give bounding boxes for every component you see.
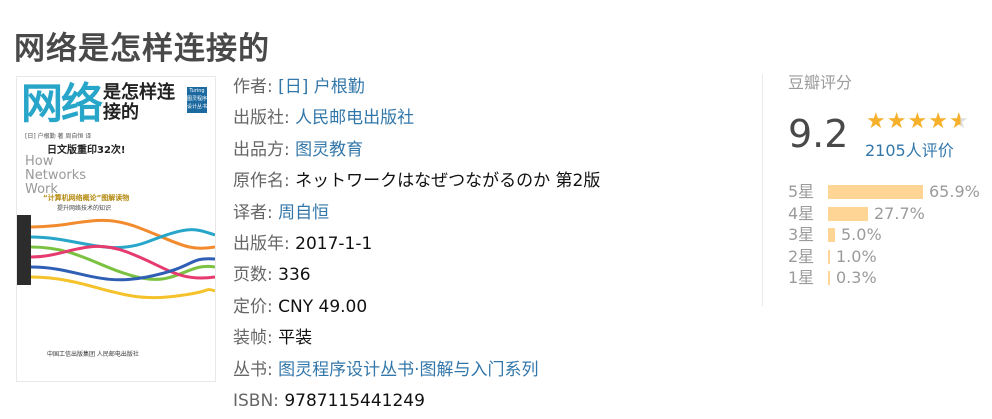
- translator-link[interactable]: 周自恒: [278, 203, 329, 223]
- info-label: 装帧:: [233, 328, 273, 349]
- rating-bar-row: 5星 65.9%: [788, 182, 980, 204]
- divider: [762, 74, 763, 306]
- original-title-value: ネットワークはなぜつながるのか 第2版: [295, 171, 601, 192]
- book-info: 作者: [日] 户根勤 出版社: 人民邮电出版社 出品方: 图灵教育 原作名: …: [233, 73, 753, 418]
- star-icon: ★: [928, 109, 949, 134]
- star-icon: ★: [866, 109, 887, 134]
- info-label: ISBN:: [233, 390, 279, 411]
- bar-label: 1星: [788, 268, 815, 287]
- info-series: 丛书: 图灵程序设计丛书·图解与入门系列: [233, 356, 753, 387]
- info-isbn: ISBN: 9787115441249: [233, 387, 753, 418]
- info-label: 定价:: [233, 296, 273, 317]
- rating-stars: ★★★★★: [866, 110, 970, 134]
- bar-percent: 27.7%: [874, 203, 925, 223]
- publisher-link[interactable]: 人民邮电出版社: [295, 108, 414, 128]
- info-label: 丛书:: [233, 359, 273, 380]
- rating-bar-row: 2星 1.0%: [788, 246, 877, 269]
- book-cover-image[interactable]: 网络 是怎样连接的 Turing 图灵程序设计丛书 [日] 户根勤 著 周自恒 …: [16, 76, 216, 382]
- info-original-title: 原作名: ネットワークはなぜつながるのか 第2版: [233, 167, 753, 198]
- pages-value: 336: [278, 265, 311, 286]
- pub-year-value: 2017-1-1: [295, 233, 373, 254]
- info-producer: 出品方: 图灵教育: [233, 136, 753, 167]
- rating-bar: [828, 228, 835, 242]
- info-translator: 译者: 周自恒: [233, 199, 753, 230]
- rating-score: 9.2: [788, 112, 849, 156]
- binding-value: 平装: [278, 328, 313, 349]
- info-label: 页数:: [233, 265, 273, 286]
- rating-panel: 豆瓣评分 9.2 ★★★★★ 2105人评价 5星 65.9% 4星 27.7%…: [788, 72, 988, 287]
- bar-label: 4星: [788, 203, 815, 223]
- rating-count-link[interactable]: 2105人评价: [865, 140, 954, 162]
- rating-breakdown: 5星 65.9% 4星 27.7% 3星 5.0% 2星 1.0% 1星 0.3…: [788, 182, 980, 290]
- rating-title: 豆瓣评分: [788, 73, 853, 92]
- rating-bar-row: 3星 5.0%: [788, 225, 882, 247]
- rating-bar: [828, 271, 830, 285]
- info-price: 定价: CNY 49.00: [233, 293, 753, 324]
- info-binding: 装帧: 平装: [233, 324, 753, 355]
- cover-publisher-logos: 中国工信出版集团 人民邮电出版社: [47, 351, 139, 358]
- info-pages: 页数: 336: [233, 261, 753, 292]
- star-icon: ★: [907, 109, 929, 134]
- rating-bar-row: 1星 0.3%: [788, 268, 877, 290]
- rating-bar: [828, 185, 923, 199]
- info-label: 出版年:: [233, 233, 290, 254]
- rating-bar: [828, 206, 868, 221]
- info-label: 译者:: [233, 202, 273, 223]
- bar-percent: 1.0%: [836, 246, 877, 266]
- cover-cables-illustration: [30, 218, 215, 300]
- half-star-icon: ★: [948, 109, 970, 134]
- bar-label: 5星: [788, 182, 815, 201]
- info-publisher: 出版社: 人民邮电出版社: [233, 104, 753, 135]
- series-link[interactable]: 图灵程序设计丛书·图解与入门系列: [278, 360, 538, 380]
- bar-percent: 65.9%: [929, 182, 980, 201]
- star-icon: ★: [886, 109, 908, 134]
- rating-bar: [828, 249, 830, 264]
- isbn-value: 9787115441249: [284, 390, 425, 411]
- info-label: 出品方:: [233, 139, 290, 160]
- info-label: 出版社:: [233, 108, 290, 129]
- rating-bar-row: 4星 27.7%: [788, 203, 925, 226]
- producer-link[interactable]: 图灵教育: [295, 140, 363, 160]
- price-value: CNY 49.00: [278, 296, 368, 317]
- bar-label: 2星: [788, 246, 815, 266]
- info-author: 作者: [日] 户根勤: [233, 73, 753, 104]
- info-pub-year: 出版年: 2017-1-1: [233, 230, 753, 261]
- bar-percent: 5.0%: [841, 225, 882, 244]
- bar-percent: 0.3%: [836, 268, 877, 287]
- info-label: 作者:: [233, 77, 273, 97]
- book-title: 网络是怎样连接的: [14, 30, 270, 67]
- author-link[interactable]: [日] 户根勤: [278, 77, 365, 97]
- bar-label: 3星: [788, 225, 815, 244]
- info-label: 原作名:: [233, 171, 290, 192]
